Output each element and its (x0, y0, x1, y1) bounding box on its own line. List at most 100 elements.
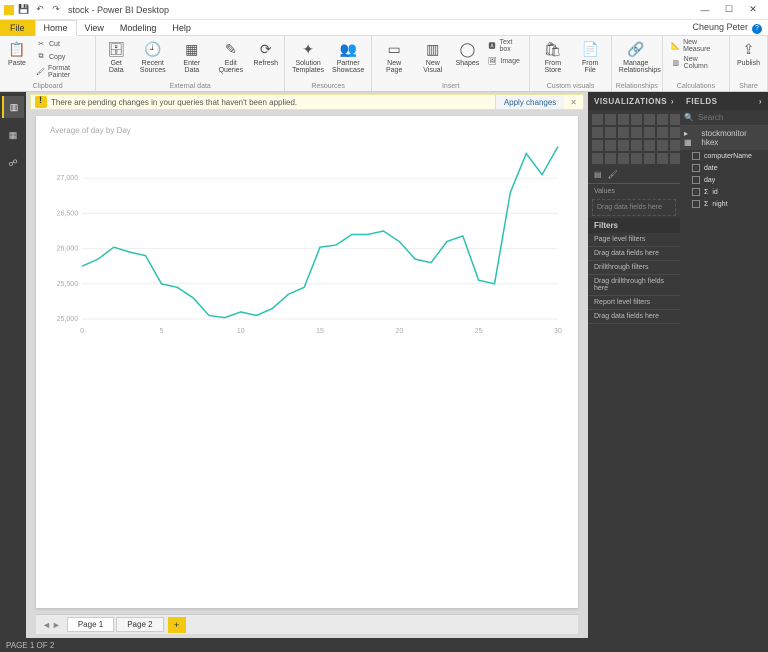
viz-type-5[interactable] (657, 114, 668, 125)
viz-type-7[interactable] (592, 127, 603, 138)
edit-queries-button[interactable]: ✎Edit Queries (212, 38, 249, 76)
tab-help[interactable]: Help (164, 20, 199, 36)
chevron-right-icon[interactable]: › (671, 97, 674, 106)
fields-well-icon[interactable]: ▤ (594, 170, 602, 179)
cut-button[interactable]: ✂Cut (34, 38, 91, 50)
textbox-button[interactable]: 🅰Text box (485, 38, 525, 54)
viz-type-11[interactable] (644, 127, 655, 138)
group-external: External data (100, 82, 280, 91)
redo-icon[interactable]: ↷ (50, 4, 62, 16)
svg-text:10: 10 (237, 328, 245, 335)
page-tab-1[interactable]: Page 1 (67, 617, 114, 632)
format-well-icon[interactable]: 🖌 (608, 170, 618, 179)
from-store-button[interactable]: 🛍From Store (534, 38, 571, 76)
undo-icon[interactable]: ↶ (34, 4, 46, 16)
from-file-button[interactable]: 📄From File (574, 38, 607, 76)
viz-type-9[interactable] (618, 127, 629, 138)
report-view-button[interactable]: ▥ (2, 96, 24, 118)
viz-type-15[interactable] (605, 140, 616, 151)
filters-header: Filters (588, 218, 680, 233)
user-label[interactable]: Cheung Peter? (692, 22, 762, 34)
close-button[interactable]: ✕ (742, 2, 764, 18)
viz-type-10[interactable] (631, 127, 642, 138)
warning-text: There are pending changes in your querie… (51, 98, 297, 107)
get-data-button[interactable]: 🗄Get Data (100, 38, 132, 76)
add-page-button[interactable]: + (168, 617, 186, 633)
viz-type-14[interactable] (592, 140, 603, 151)
svg-text:15: 15 (316, 328, 324, 335)
page-filters-drop[interactable]: Drag data fields here (588, 247, 680, 261)
viz-type-22[interactable] (605, 153, 616, 164)
page-next[interactable]: ► (52, 620, 61, 630)
group-insert: Insert (376, 82, 525, 91)
drill-filters-drop[interactable]: Drag drillthrough fields here (588, 275, 680, 296)
report-canvas[interactable]: Average of day by Day 25,00025,50026,000… (36, 116, 578, 608)
group-resources: Resources (289, 82, 367, 91)
maximize-button[interactable]: ☐ (718, 2, 740, 18)
format-painter-button[interactable]: 🖌Format Painter (34, 64, 91, 80)
field-date[interactable]: date (680, 162, 768, 174)
field-id[interactable]: Σid (680, 186, 768, 198)
tab-view[interactable]: View (77, 20, 112, 36)
viz-type-17[interactable] (631, 140, 642, 151)
report-filters-drop[interactable]: Drag data fields here (588, 310, 680, 324)
solution-templates-button[interactable]: ✦Solution Templates (289, 38, 327, 76)
tab-modeling[interactable]: Modeling (112, 20, 165, 36)
page-tab-2[interactable]: Page 2 (116, 617, 163, 632)
enter-data-button[interactable]: ▦Enter Data (173, 38, 210, 76)
save-icon[interactable]: 💾 (18, 4, 30, 16)
group-clipboard: Clipboard (4, 82, 91, 91)
viz-type-25[interactable] (644, 153, 655, 164)
field-computerName[interactable]: computerName (680, 150, 768, 162)
file-menu[interactable]: File (0, 20, 35, 36)
viz-type-23[interactable] (618, 153, 629, 164)
svg-text:30: 30 (554, 328, 562, 335)
chevron-right-icon[interactable]: › (759, 97, 762, 106)
viz-type-4[interactable] (644, 114, 655, 125)
viz-type-16[interactable] (618, 140, 629, 151)
new-page-button[interactable]: ▭New Page (376, 38, 412, 76)
publish-button[interactable]: ⇪Publish (734, 38, 763, 69)
manage-relationships-button[interactable]: 🔗Manage Relationships (616, 38, 656, 76)
refresh-button[interactable]: ⟳Refresh (251, 38, 280, 69)
new-column-button[interactable]: ▥New Column (669, 55, 725, 71)
apply-changes-button[interactable]: Apply changes (495, 95, 564, 109)
line-chart[interactable]: Average of day by Day 25,00025,50026,000… (46, 124, 568, 354)
copy-button[interactable]: ⧉Copy (34, 51, 91, 63)
values-dropzone[interactable]: Drag data fields here (592, 199, 676, 216)
data-view-button[interactable]: ▦ (2, 124, 24, 146)
viz-type-2[interactable] (618, 114, 629, 125)
viz-type-26[interactable] (657, 153, 668, 164)
partner-showcase-button[interactable]: 👥Partner Showcase (329, 38, 367, 76)
viz-type-24[interactable] (631, 153, 642, 164)
viz-type-18[interactable] (644, 140, 655, 151)
help-icon[interactable]: ? (752, 24, 762, 34)
viz-type-0[interactable] (592, 114, 603, 125)
drill-filters-label: Drillthrough filters (588, 261, 680, 275)
viz-type-19[interactable] (657, 140, 668, 151)
image-button[interactable]: 🖼Image (485, 55, 525, 67)
viz-gallery[interactable] (588, 110, 680, 168)
field-day[interactable]: day (680, 174, 768, 186)
group-rel: Relationships (616, 82, 658, 91)
table-node[interactable]: ▸ ▦stockmonitor hkex (680, 126, 768, 150)
new-visual-button[interactable]: ▥New Visual (414, 38, 451, 76)
viz-type-1[interactable] (605, 114, 616, 125)
tab-home[interactable]: Home (35, 20, 77, 36)
new-measure-button[interactable]: 📐New Measure (669, 38, 725, 54)
warning-close-button[interactable]: ✕ (564, 98, 583, 107)
minimize-button[interactable]: — (694, 2, 716, 18)
warning-icon (35, 96, 47, 108)
viz-type-12[interactable] (657, 127, 668, 138)
field-night[interactable]: Σnight (680, 198, 768, 210)
page-prev[interactable]: ◄ (42, 620, 51, 630)
model-view-button[interactable]: ☍ (2, 152, 24, 174)
group-custom: Custom visuals (534, 82, 607, 91)
viz-type-3[interactable] (631, 114, 642, 125)
recent-sources-button[interactable]: 🕘Recent Sources (134, 38, 171, 76)
shapes-button[interactable]: ◯Shapes (453, 38, 481, 69)
viz-type-21[interactable] (592, 153, 603, 164)
search-input[interactable] (698, 113, 768, 122)
paste-button[interactable]: 📋Paste (4, 38, 30, 69)
viz-type-8[interactable] (605, 127, 616, 138)
